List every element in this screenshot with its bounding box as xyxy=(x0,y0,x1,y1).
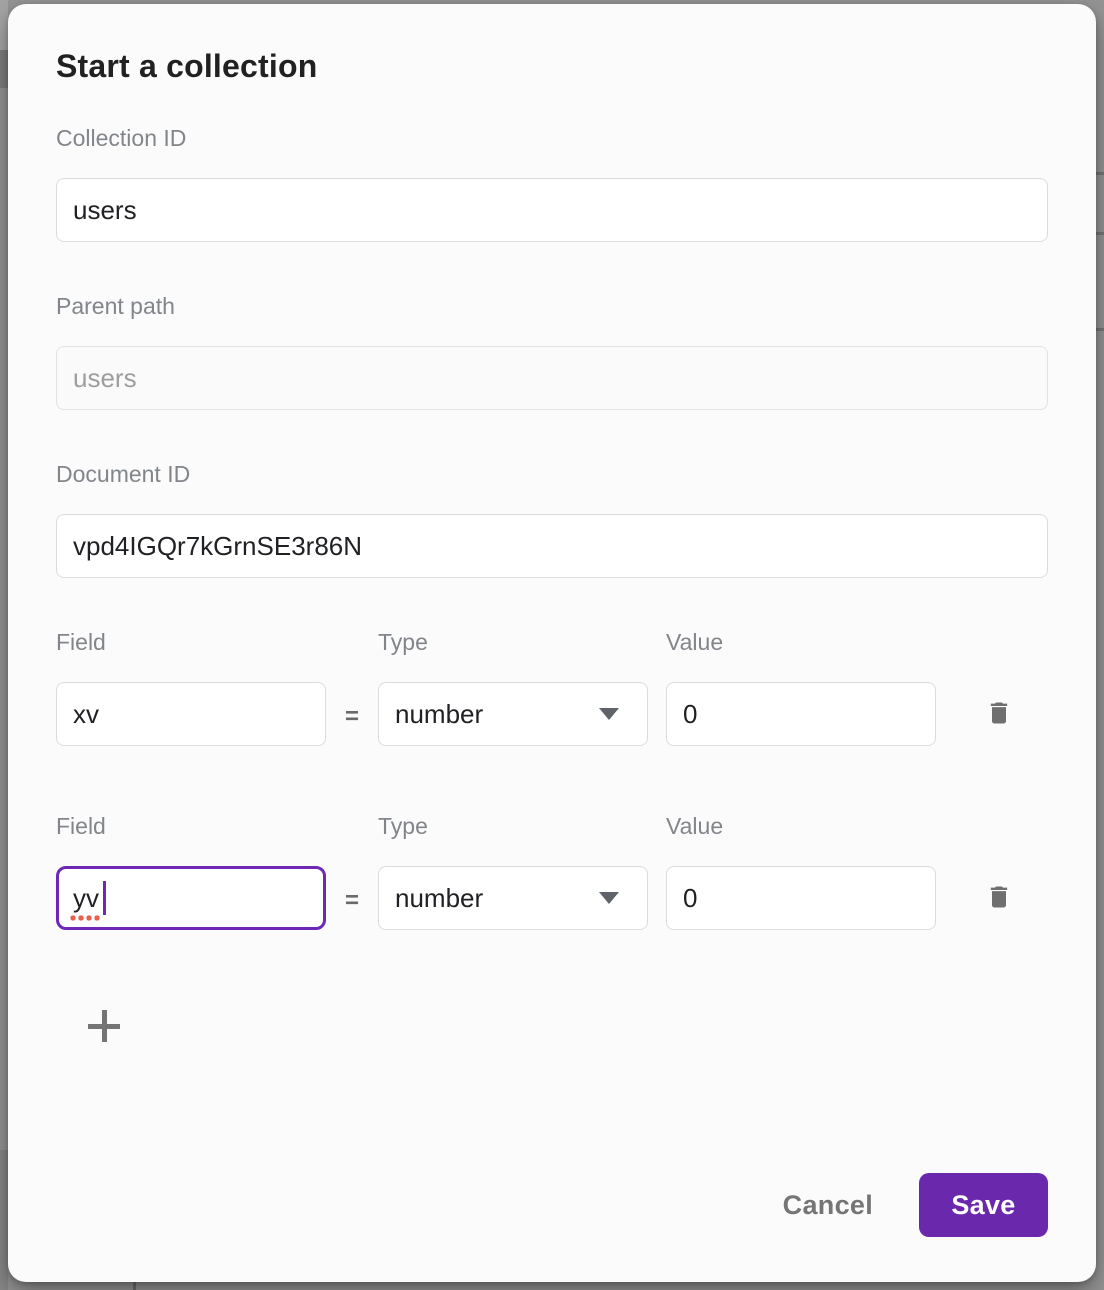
text-cursor xyxy=(103,881,106,915)
field-value-input[interactable] xyxy=(666,682,936,746)
trash-icon xyxy=(985,882,1013,915)
backdrop-remnant xyxy=(1096,328,1104,331)
cancel-button[interactable]: Cancel xyxy=(783,1190,873,1221)
field-value-input[interactable] xyxy=(666,866,936,930)
start-collection-dialog: Start a collection Collection ID Parent … xyxy=(8,4,1096,1282)
dialog-actions: Cancel Save xyxy=(783,1173,1048,1237)
equals-sign: = xyxy=(326,697,378,731)
parent-path-input xyxy=(56,346,1048,410)
type-select[interactable]: number xyxy=(378,682,648,746)
type-select-value: number xyxy=(395,883,483,914)
backdrop-remnant xyxy=(0,1150,8,1290)
parent-path-label: Parent path xyxy=(56,294,1048,318)
plus-icon xyxy=(78,1000,130,1052)
type-select-value: number xyxy=(395,699,483,730)
document-id-label: Document ID xyxy=(56,462,1048,486)
value-label: Value xyxy=(666,630,936,654)
dialog-title: Start a collection xyxy=(56,48,1048,85)
type-label: Type xyxy=(378,630,648,654)
field-row-labels: Field Type Value xyxy=(56,630,1048,654)
value-label: Value xyxy=(666,814,936,838)
field-row: = number xyxy=(56,866,1048,930)
backdrop-remnant xyxy=(133,1282,136,1290)
type-select[interactable]: number xyxy=(378,866,648,930)
field-row: = number xyxy=(56,682,1048,746)
document-id-input[interactable] xyxy=(56,514,1048,578)
delete-field-button[interactable] xyxy=(979,694,1019,734)
trash-icon xyxy=(985,698,1013,731)
collection-id-label: Collection ID xyxy=(56,126,1048,150)
caret-down-icon xyxy=(599,892,619,904)
add-field-button[interactable] xyxy=(78,1000,130,1052)
type-label: Type xyxy=(378,814,648,838)
field-row-labels: Field Type Value xyxy=(56,814,1048,838)
field-label: Field xyxy=(56,630,326,654)
field-label: Field xyxy=(56,814,326,838)
spellcheck-underline xyxy=(70,915,102,921)
backdrop-remnant xyxy=(1096,172,1104,175)
equals-sign: = xyxy=(326,881,378,915)
caret-down-icon xyxy=(599,708,619,720)
collection-id-input[interactable] xyxy=(56,178,1048,242)
delete-field-button[interactable] xyxy=(979,878,1019,918)
backdrop-remnant xyxy=(0,0,8,50)
save-button[interactable]: Save xyxy=(919,1173,1048,1237)
backdrop-remnant xyxy=(0,50,8,88)
field-name-input[interactable] xyxy=(56,682,326,746)
backdrop-remnant xyxy=(1096,232,1104,235)
